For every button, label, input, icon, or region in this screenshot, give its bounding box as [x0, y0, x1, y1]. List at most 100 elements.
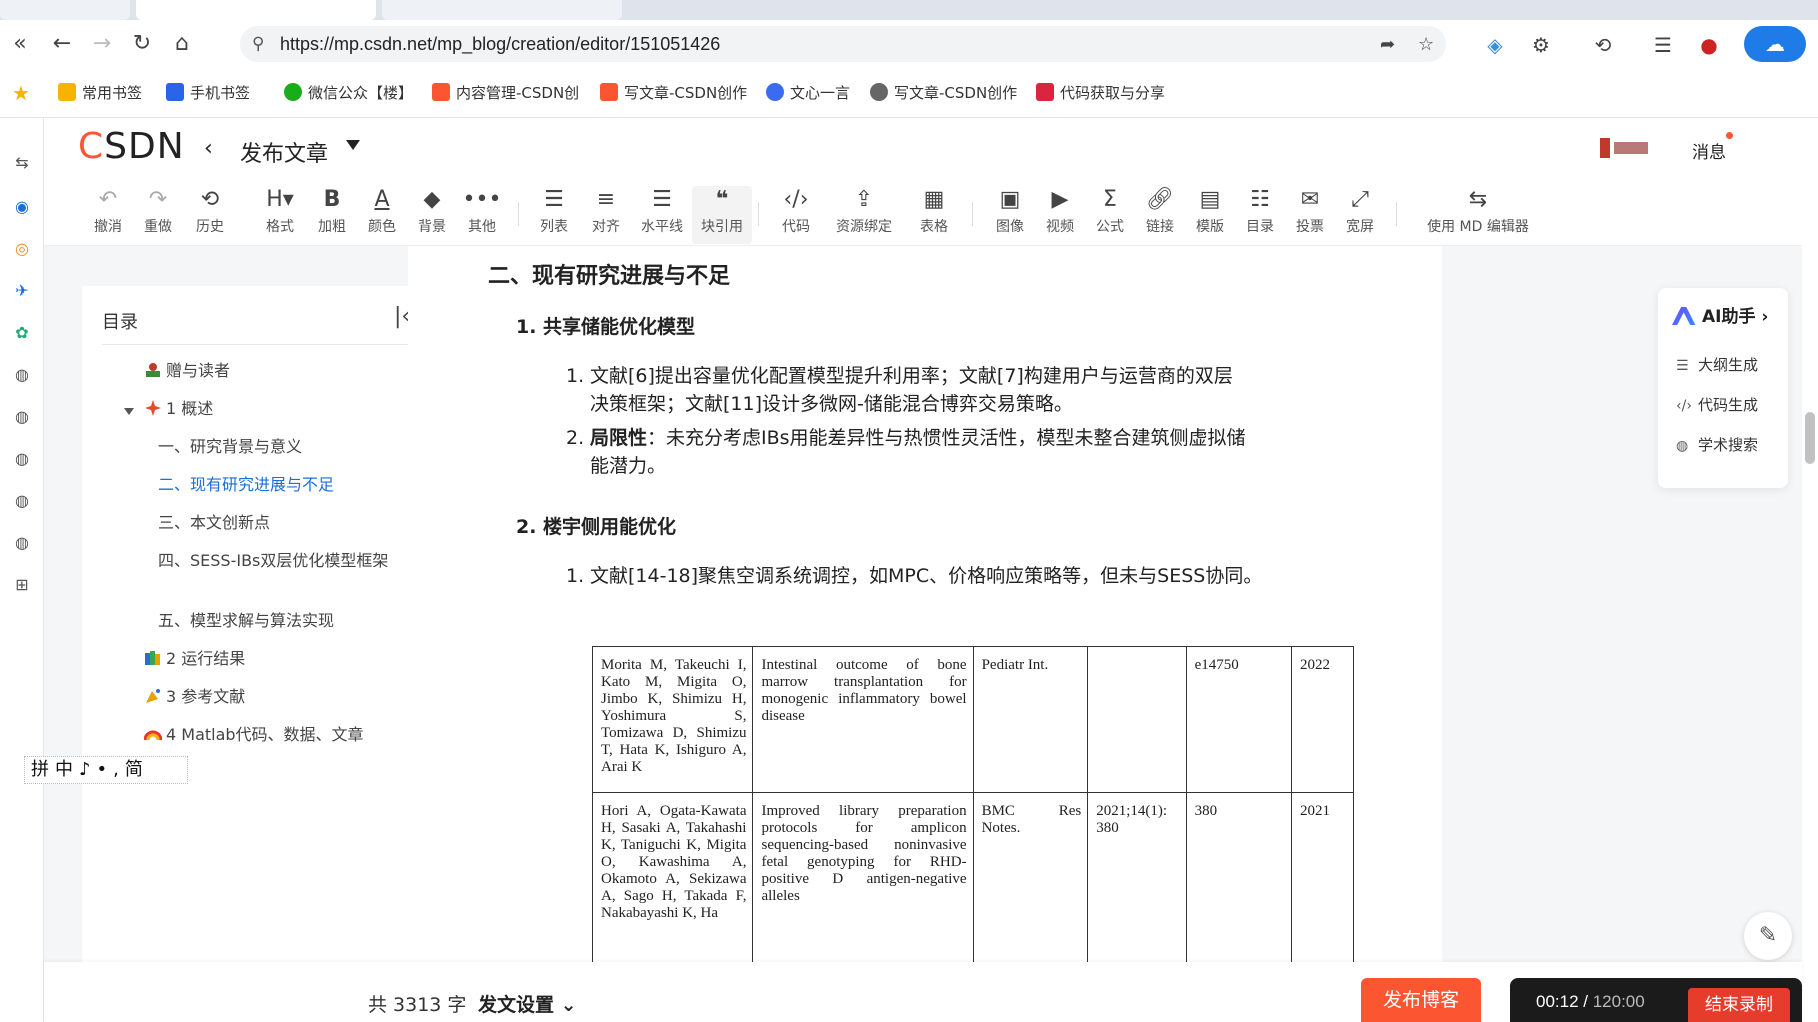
rainbow-icon: [143, 725, 164, 743]
toc-item[interactable]: 4 Matlab代码、数据、文章: [143, 724, 364, 746]
scrollbar[interactable]: [1802, 118, 1818, 1022]
csdn-header: CSDN ‹ 发布文章 消息: [44, 118, 1802, 180]
browser-tab[interactable]: [382, 0, 622, 20]
forward-icon[interactable]: →: [90, 32, 114, 56]
toc-item[interactable]: 五、模型求解与算法实现: [158, 610, 334, 632]
format-button[interactable]: H▾ 格式: [250, 186, 310, 244]
other-button[interactable]: ••• 其他: [452, 186, 512, 244]
sidebar-toggle-icon[interactable]: «: [8, 32, 32, 56]
puzzle-icon[interactable]: ⚙: [1528, 32, 1554, 58]
heading-icon: H▾: [266, 187, 294, 212]
align-button[interactable]: ≡ 对齐: [576, 186, 636, 244]
subsection-heading: 1. 共享储能优化模型: [516, 316, 696, 338]
bookmarks-bar: ★ 常用书签 手机书签 微信公众【楼】 内容管理-CSDN创 写文章-CSDN创…: [0, 68, 1818, 118]
toc-item[interactable]: 赠与读者: [144, 360, 230, 382]
csdn-icon: [600, 83, 618, 101]
table-cell: 2021: [1291, 792, 1354, 962]
browser-tab-active[interactable]: [136, 0, 376, 20]
toc-item[interactable]: 一、研究背景与意义: [158, 436, 302, 458]
globe-icon[interactable]: ◍: [11, 490, 33, 512]
list-icon: ☰: [1676, 358, 1689, 374]
bookmark-item[interactable]: 手机书签: [166, 82, 250, 104]
bookmark-item[interactable]: 文心一言: [766, 82, 850, 104]
widescreen-button[interactable]: ⤢ 宽屏: [1330, 186, 1390, 244]
toc-panel: 目录 |‹ 赠与读者 1 概述 一、研究背景与意义 二、现有研究进展与不足 三、…: [82, 286, 436, 962]
toc-item[interactable]: 三、本文创新点: [158, 512, 270, 534]
md-editor-button[interactable]: ⇆ 使用 MD 编辑器: [1408, 186, 1548, 244]
avatar[interactable]: [1600, 136, 1652, 160]
bookmark-item[interactable]: 写文章-CSDN创作: [600, 82, 747, 104]
stop-recording-button[interactable]: 结束录制: [1688, 988, 1790, 1022]
bookmark-item[interactable]: 微信公众【楼】: [284, 82, 413, 104]
swap-icon[interactable]: ⇆: [11, 152, 33, 174]
search-app-icon[interactable]: ◉: [11, 196, 33, 218]
tool-label: 块引用: [701, 219, 743, 235]
menu-icon[interactable]: ☰: [1650, 32, 1676, 58]
back-icon[interactable]: ←: [50, 32, 74, 56]
ai-title-label: AI助手: [1702, 307, 1756, 327]
browser-tab[interactable]: [0, 0, 130, 20]
sparkle-icon: [144, 399, 164, 417]
redo-button[interactable]: ↷ 重做: [128, 186, 188, 244]
bookmark-star-icon[interactable]: ★: [12, 82, 30, 104]
csdn-logo[interactable]: CSDN: [78, 126, 185, 167]
page-title[interactable]: 发布文章: [240, 136, 328, 168]
extension-icon[interactable]: ◈: [1482, 32, 1508, 58]
url-field[interactable]: ⚲ https://mp.csdn.net/mp_blog/creation/e…: [240, 26, 1446, 62]
add-app-icon[interactable]: ⊞: [11, 574, 33, 596]
leaf-icon[interactable]: ✿: [11, 322, 33, 344]
bird-icon[interactable]: ✈: [11, 280, 33, 302]
chevron-left-icon[interactable]: ‹: [204, 136, 213, 161]
toc-item[interactable]: 3 参考文献: [144, 686, 245, 708]
code-button[interactable]: ‹/› 代码: [766, 186, 826, 244]
globe-icon[interactable]: ◍: [11, 448, 33, 470]
caret-down-icon[interactable]: [346, 140, 360, 150]
bookmark-item[interactable]: 常用书签: [58, 82, 142, 104]
horizontal-rule-icon: ☰: [652, 187, 672, 212]
toc-item[interactable]: 1 概述: [144, 398, 213, 420]
cloud-icon[interactable]: ☁: [1744, 26, 1806, 62]
weibo-icon[interactable]: ◎: [11, 238, 33, 260]
bookmark-item[interactable]: 内容管理-CSDN创: [432, 82, 579, 104]
ai-assistant-button[interactable]: AI助手 ›: [1672, 302, 1768, 327]
wenxin-icon: [766, 83, 784, 101]
history-icon[interactable]: ⟲: [1590, 32, 1616, 58]
messages-link[interactable]: 消息: [1692, 138, 1726, 163]
toc-item[interactable]: 四、SESS-IBs双层优化模型框架: [158, 550, 398, 572]
toc-item[interactable]: 2 运行结果: [144, 648, 245, 670]
browser-side-rail: ⇆ ◉ ◎ ✈ ✿ ◍ ◍ ◍ ◍ ◍ ⊞: [0, 118, 44, 1022]
history-button[interactable]: ⟲ 历史: [180, 186, 240, 244]
party-icon: [144, 687, 164, 705]
toc-item-active[interactable]: 二、现有研究进展与不足: [158, 474, 334, 496]
profile-icon[interactable]: ●: [1696, 32, 1722, 58]
hr-button[interactable]: ☰ 水平线: [632, 186, 692, 244]
table-button[interactable]: ▦ 表格: [904, 186, 964, 244]
quote-button[interactable]: ❝ 块引用: [692, 186, 752, 244]
publish-settings-label: 发文设置: [478, 994, 555, 1016]
align-icon: ≡: [596, 187, 616, 212]
bookmark-item[interactable]: 代码获取与分享: [1036, 82, 1165, 104]
resource-button[interactable]: ⇪ 资源绑定: [824, 186, 904, 244]
scroll-thumb[interactable]: [1805, 412, 1815, 464]
outline-gen-button[interactable]: ☰ 大纲生成: [1676, 354, 1758, 375]
publish-settings[interactable]: 发文设置 ⌄: [478, 990, 577, 1017]
table-icon: ▦: [923, 187, 945, 212]
ime-toolbar[interactable]: 拼中♪•,简: [24, 756, 188, 784]
caret-down-icon[interactable]: [124, 408, 134, 415]
list-number: 1.: [566, 565, 585, 587]
globe-icon[interactable]: ◍: [11, 532, 33, 554]
share-icon[interactable]: ➦: [1380, 34, 1395, 55]
star-icon[interactable]: ☆: [1418, 34, 1434, 55]
globe-icon[interactable]: ◍: [11, 406, 33, 428]
publish-button[interactable]: 发布博客: [1361, 978, 1481, 1022]
list-button[interactable]: ☰ 列表: [524, 186, 584, 244]
url-text[interactable]: https://mp.csdn.net/mp_blog/creation/edi…: [280, 34, 720, 55]
home-icon[interactable]: ⌂: [170, 32, 194, 56]
globe-icon[interactable]: ◍: [11, 364, 33, 386]
bookmark-item[interactable]: 写文章-CSDN创作: [870, 82, 1017, 104]
academic-search-button[interactable]: ◍ 学术搜索: [1676, 434, 1758, 455]
reload-icon[interactable]: ↻: [130, 32, 154, 56]
code-gen-button[interactable]: ‹/› 代码生成: [1676, 394, 1758, 415]
editor-content[interactable]: 二、现有研究进展与不足 1. 共享储能优化模型 1. 文献[6]提出容量优化配置…: [408, 246, 1442, 962]
note-icon[interactable]: ✎: [1744, 912, 1792, 960]
